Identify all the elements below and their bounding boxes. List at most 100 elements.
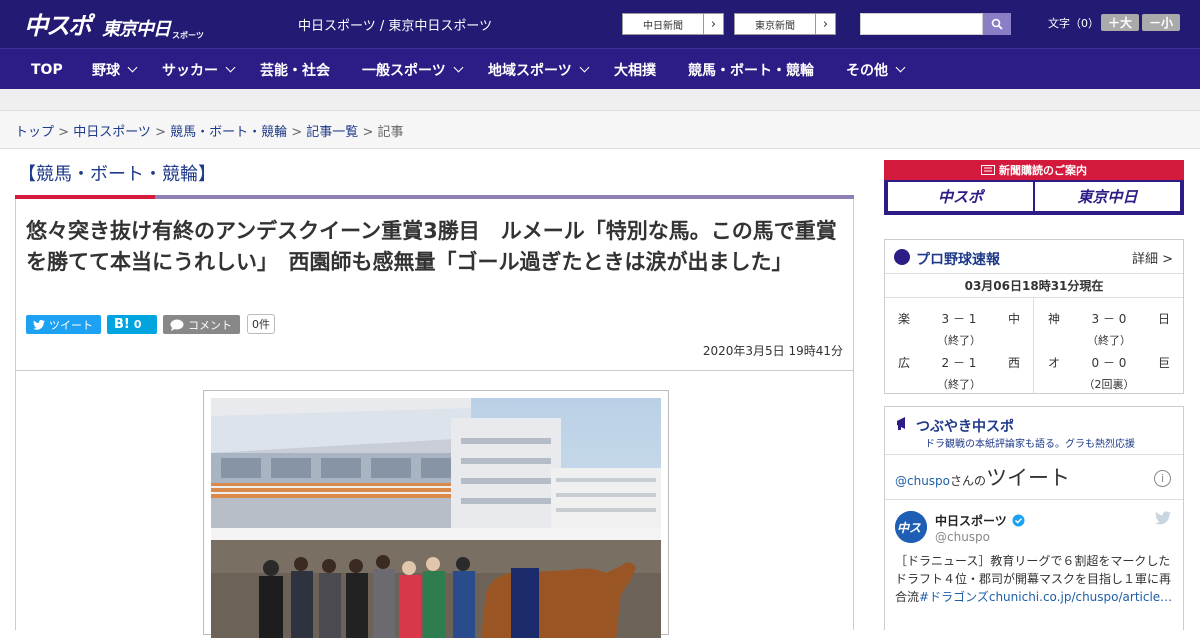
article-photo[interactable] [211,398,661,638]
top-bar: 中スポ 東京中日 スポーツ 中日スポーツ / 東京中日スポーツ 中日新聞 › 東… [0,0,1200,48]
nav-item-top[interactable]: TOP [31,49,63,90]
hatena-bookmark-button[interactable]: B! 0 [107,315,157,334]
tweets-widget: つぶやき中スポ ドラ観戦の本紙評論家も語る。グラも熱烈応援 @chuspo さん… [884,406,1184,630]
nav-label: 芸能・社会 [260,62,330,79]
subscribe-banner[interactable]: 新聞購読のご案内 中スポ 東京中日 [884,160,1184,215]
article-headline: 悠々突き抜け有終のアンデスクイーン重賞3勝目 ルメール「特別な馬。この馬で重賞を… [26,219,837,274]
team2: 巨 [1157,356,1170,370]
breadcrumb-separator: > [54,125,74,140]
info-icon[interactable]: i [1154,470,1171,487]
breadcrumb-chuspo[interactable]: 中日スポーツ [73,125,151,140]
game-status: （終了） [937,378,981,391]
racecourse-photo-illustration [211,398,661,638]
article-date: 2020年3月5日 19時41分 [702,344,843,358]
subscribe-tokyo-chunichi-button[interactable]: 東京中日 [1035,182,1180,211]
search-button[interactable] [983,13,1011,35]
twitter-bird-icon [33,319,45,330]
font-larger-button[interactable]: ＋大 [1101,14,1139,31]
tweets-heading: ツイート [986,466,1071,490]
megaphone-icon [897,417,905,430]
tweet-author-handle[interactable]: @chuspo [935,530,990,544]
site-names[interactable]: 中日スポーツ / 東京中日スポーツ [298,15,492,34]
nav-item-entertainment[interactable]: 芸能・社会 [260,49,330,90]
breadcrumb-racing[interactable]: 競馬・ボート・競輪 [170,125,287,140]
logo-tokyo-chunichi[interactable]: 東京中日 [102,15,171,41]
nav-item-local-sports[interactable]: 地域スポーツ [488,49,590,90]
team2: 中 [1007,312,1020,326]
tweet-label: ツイート [49,318,93,332]
nav-item-soccer[interactable]: サッカー [162,49,236,90]
game-score[interactable]: 神 3 － 0 日 （終了） [1035,298,1183,347]
article-header: 悠々突き抜け有終のアンデスクイーン重賞3勝目 ルメール「特別な馬。この馬で重賞を… [15,199,854,371]
breadcrumb-separator: > [287,125,307,140]
subscribe-chuspo-button[interactable]: 中スポ [888,182,1033,211]
chunichi-shimbun-link[interactable]: 中日新聞 › [622,13,724,35]
game-score[interactable]: 楽 3 － 1 中 （終了） [885,298,1033,347]
tweets-san-no: さんの [950,474,987,488]
nav-item-other[interactable]: その他 [846,49,906,90]
tweets-title: つぶやき中スポ [916,419,1014,435]
nav-item-baseball[interactable]: 野球 [92,49,138,90]
twitter-bird-icon[interactable] [1155,511,1171,525]
team2: 西 [1007,356,1020,370]
font-smaller-button[interactable]: －小 [1142,14,1180,31]
nav-label: サッカー [162,62,218,79]
breadcrumb-separator: > [150,125,171,140]
nav-item-sumo[interactable]: 大相撲 [614,49,656,90]
breadcrumb-article-list[interactable]: 記事一覧 [306,125,358,140]
breadcrumb-top[interactable]: トップ [15,125,54,140]
tweet-author[interactable]: 中日スポーツ [935,512,1025,529]
hatena-label: B! [114,317,130,332]
game-score[interactable]: 広 2 － 1 西 （終了） [885,342,1033,391]
newspaper-icon [981,165,995,175]
chevron-down-icon [579,62,590,73]
ad-spacer [0,89,1200,111]
tweet-button[interactable]: ツイート [26,315,101,334]
speech-bubble-icon [170,319,184,331]
tweets-timeline-header: @chuspo さんの ツイート [895,462,1070,492]
logo-sports: スポーツ [172,31,204,40]
chevron-down-icon [453,62,464,73]
game-score[interactable]: オ 0 － 0 巨 （2回裏） [1035,342,1183,391]
breadcrumb: トップ > 中日スポーツ > 競馬・ボート・競輪 > 記事一覧 > 記事 [15,121,404,140]
divider [885,454,1183,455]
baseball-detail-link[interactable]: 詳細 > [1132,248,1173,267]
chevron-down-icon [127,62,138,73]
baseball-scores-widget: プロ野球速報 詳細 > 03月06日18時31分現在 楽 3 － 1 中 （終了… [884,239,1184,394]
tweet-link[interactable]: chunichi.co.jp/chuspo/article… [989,590,1172,604]
nav-label: TOP [31,61,63,78]
chevron-right-icon: › [815,14,835,34]
search-input[interactable] [860,13,983,35]
chevron-down-icon [895,62,906,73]
nav-label: 競馬・ボート・競輪 [688,62,814,79]
chevron-down-icon [225,62,236,73]
tweets-handle-link[interactable]: @chuspo [895,474,950,488]
tokyo-shimbun-link[interactable]: 東京新聞 › [734,13,836,35]
nav-label: 一般スポーツ [362,62,446,79]
font-size-label: 文字（0） [1048,17,1099,30]
baseball-update-time: 03月06日18時31分現在 [885,274,1183,298]
baseball-icon [894,249,910,265]
subscribe-title-text: 新聞購読のご案内 [999,164,1087,177]
tweet-hashtag[interactable]: #ドラゴンズ [919,590,989,604]
chevron-right-icon: › [703,14,723,34]
tweet-author-name: 中日スポーツ [935,514,1007,528]
tweet-text: ［ドラニュース］教育リーグで６割超をマークしたドラフト４位・郡司が開幕マスクを目… [895,552,1175,606]
games-grid: 楽 3 － 1 中 （終了） 神 3 － 0 日 （終了） 広 2 － 1 西 … [885,298,1183,393]
nav-item-general-sports[interactable]: 一般スポーツ [362,49,464,90]
divider [885,499,1183,500]
comment-count: 0件 [247,314,275,334]
ext-link-label: 中日新聞 [643,20,683,32]
svg-text:中ス: 中ス [897,521,921,535]
comment-button[interactable]: コメント [163,315,240,334]
search-icon [991,18,1003,30]
nav-item-racing[interactable]: 競馬・ボート・競輪 [688,49,814,90]
avatar[interactable]: 中ス [895,511,927,543]
nav-label: 大相撲 [614,62,656,79]
baseball-header: プロ野球速報 詳細 > [885,240,1183,274]
site-logo[interactable]: 中スポ 東京中日 スポーツ [24,6,204,41]
subscribe-title: 新聞購読のご案内 [884,160,1184,180]
logo-chuspo[interactable]: 中スポ [24,6,92,41]
breadcrumb-current: 記事 [377,125,404,140]
nav-label: 野球 [92,62,120,79]
